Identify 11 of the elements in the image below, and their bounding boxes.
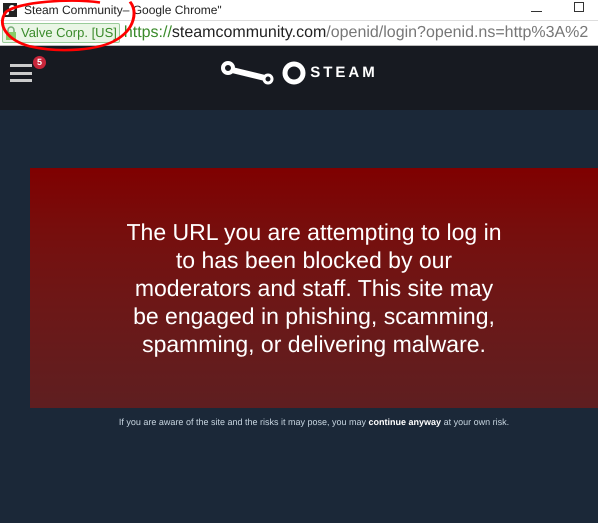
menu-button[interactable]: [10, 61, 32, 85]
risk-notice: If you are aware of the site and the risks it may pose, you may continue anyway at your own risk.: [118, 416, 510, 429]
certificate-badge[interactable]: Valve Corp. [US]: [2, 23, 120, 43]
maximize-icon[interactable]: [574, 2, 584, 12]
lock-icon: [5, 26, 17, 40]
notification-badge: 5: [33, 56, 46, 69]
steam-gear-icon: [282, 61, 306, 85]
minimize-icon[interactable]: [531, 11, 542, 13]
warning-message: The URL you are attempting to log in to has been blocked by our moderators and staff. This site may be engaged in phishing, scamming, spamming, or delivering malware.: [125, 218, 503, 358]
continue-link[interactable]: continue anyway: [368, 417, 442, 427]
logo-text: STEAM: [310, 62, 378, 83]
